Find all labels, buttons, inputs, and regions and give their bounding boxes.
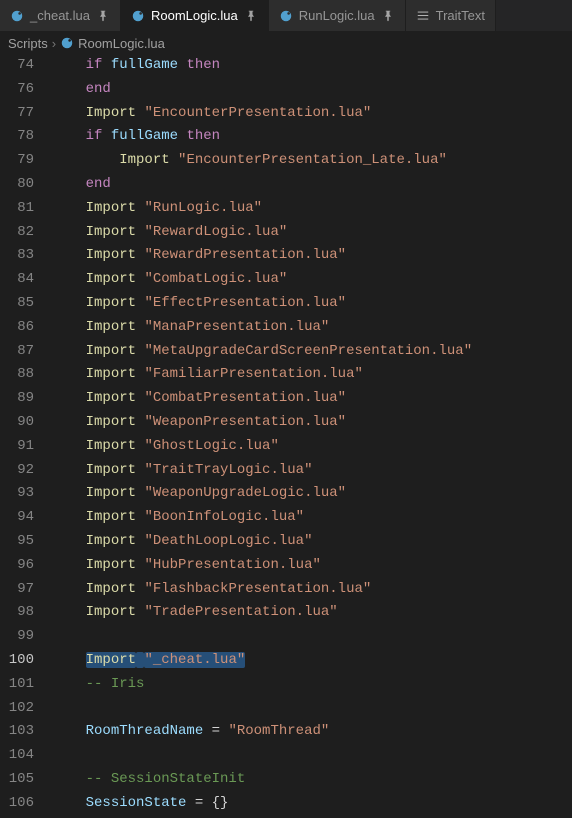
line-number: 100: [8, 649, 34, 673]
line-number: 91: [8, 435, 34, 459]
pin-icon[interactable]: [381, 9, 395, 23]
code-line[interactable]: Import "_cheat.lua": [52, 649, 572, 673]
line-number: 80: [8, 173, 34, 197]
code-line[interactable]: end: [52, 173, 572, 197]
code-line[interactable]: Import "EffectPresentation.lua": [52, 292, 572, 316]
code-line[interactable]: Import "TraitTrayLogic.lua": [52, 459, 572, 483]
line-number: 78: [8, 125, 34, 149]
breadcrumb-file[interactable]: RoomLogic.lua: [78, 36, 165, 51]
line-number: 103: [8, 720, 34, 744]
line-number: 106: [8, 792, 34, 816]
line-number: 82: [8, 221, 34, 245]
code-line[interactable]: -- Iris: [52, 673, 572, 697]
breadcrumb: Scripts › RoomLogic.lua: [0, 32, 572, 54]
line-number: 102: [8, 697, 34, 721]
code-line[interactable]: Import "EncounterPresentation.lua": [52, 102, 572, 126]
code-line[interactable]: Import "MetaUpgradeCardScreenPresentatio…: [52, 340, 572, 364]
code-line[interactable]: Import "FlashbackPresentation.lua": [52, 578, 572, 602]
line-number: 98: [8, 601, 34, 625]
tab-bar: _cheat.lua RoomLogic.lua RunLogic.lua Trait…: [0, 0, 572, 32]
tab-label: TraitText: [436, 8, 485, 23]
code-line[interactable]: -- SessionStateInit: [52, 768, 572, 792]
code-line[interactable]: Import "GhostLogic.lua": [52, 435, 572, 459]
line-number: 86: [8, 316, 34, 340]
line-number: 85: [8, 292, 34, 316]
code-line[interactable]: if fullGame then: [52, 54, 572, 78]
lua-icon: [60, 36, 74, 50]
code-line[interactable]: [52, 744, 572, 768]
code-line[interactable]: end: [52, 78, 572, 102]
lua-icon: [279, 9, 293, 23]
line-number: 76: [8, 78, 34, 102]
line-number: 104: [8, 744, 34, 768]
code-line[interactable]: Import "TradePresentation.lua": [52, 601, 572, 625]
code-line[interactable]: Import "CombatLogic.lua": [52, 268, 572, 292]
tab-label: RunLogic.lua: [299, 8, 375, 23]
code-line[interactable]: Import "DeathLoopLogic.lua": [52, 530, 572, 554]
code-content[interactable]: if fullGame then end Import "EncounterPr…: [48, 54, 572, 818]
code-line[interactable]: Import "EncounterPresentation_Late.lua": [52, 149, 572, 173]
tab-label: _cheat.lua: [30, 8, 90, 23]
pin-icon[interactable]: [96, 9, 110, 23]
chevron-right-icon: ›: [52, 36, 56, 51]
tab-traittext[interactable]: TraitText: [406, 0, 496, 31]
line-number: 74: [8, 54, 34, 78]
tab-runlogic-lua[interactable]: RunLogic.lua: [269, 0, 406, 31]
code-line[interactable]: if fullGame then: [52, 125, 572, 149]
code-editor[interactable]: 7476777879808182838485868788899091929394…: [0, 54, 572, 818]
code-line[interactable]: Import "RewardPresentation.lua": [52, 244, 572, 268]
line-number: 89: [8, 387, 34, 411]
code-line[interactable]: Import "WeaponPresentation.lua": [52, 411, 572, 435]
line-number: 92: [8, 459, 34, 483]
line-number: 95: [8, 530, 34, 554]
breadcrumb-folder[interactable]: Scripts: [8, 36, 48, 51]
line-number: 81: [8, 197, 34, 221]
line-number: 77: [8, 102, 34, 126]
code-line[interactable]: Import "FamiliarPresentation.lua": [52, 363, 572, 387]
line-number: 101: [8, 673, 34, 697]
line-number: 97: [8, 578, 34, 602]
code-line[interactable]: Import "HubPresentation.lua": [52, 554, 572, 578]
code-line[interactable]: Import "RewardLogic.lua": [52, 221, 572, 245]
line-number: 90: [8, 411, 34, 435]
line-number: 84: [8, 268, 34, 292]
line-number: 94: [8, 506, 34, 530]
line-number: 99: [8, 625, 34, 649]
list-icon: [416, 9, 430, 23]
lua-icon: [10, 9, 24, 23]
code-line[interactable]: RoomThreadName = "RoomThread": [52, 720, 572, 744]
code-line[interactable]: Import "RunLogic.lua": [52, 197, 572, 221]
code-line[interactable]: [52, 697, 572, 721]
line-number: 105: [8, 768, 34, 792]
line-number-gutter: 7476777879808182838485868788899091929394…: [0, 54, 48, 818]
code-line[interactable]: SessionState = {}: [52, 792, 572, 816]
lua-icon: [131, 9, 145, 23]
pin-icon[interactable]: [244, 9, 258, 23]
tab-label: RoomLogic.lua: [151, 8, 238, 23]
tab-roomlogic-lua[interactable]: RoomLogic.lua: [121, 0, 269, 31]
code-line[interactable]: [52, 625, 572, 649]
code-line[interactable]: Import "WeaponUpgradeLogic.lua": [52, 482, 572, 506]
code-line[interactable]: Import "BoonInfoLogic.lua": [52, 506, 572, 530]
tab-_cheat-lua[interactable]: _cheat.lua: [0, 0, 121, 31]
line-number: 83: [8, 244, 34, 268]
code-line[interactable]: Import "CombatPresentation.lua": [52, 387, 572, 411]
line-number: 88: [8, 363, 34, 387]
line-number: 93: [8, 482, 34, 506]
line-number: 96: [8, 554, 34, 578]
line-number: 87: [8, 340, 34, 364]
code-line[interactable]: Import "ManaPresentation.lua": [52, 316, 572, 340]
line-number: 79: [8, 149, 34, 173]
